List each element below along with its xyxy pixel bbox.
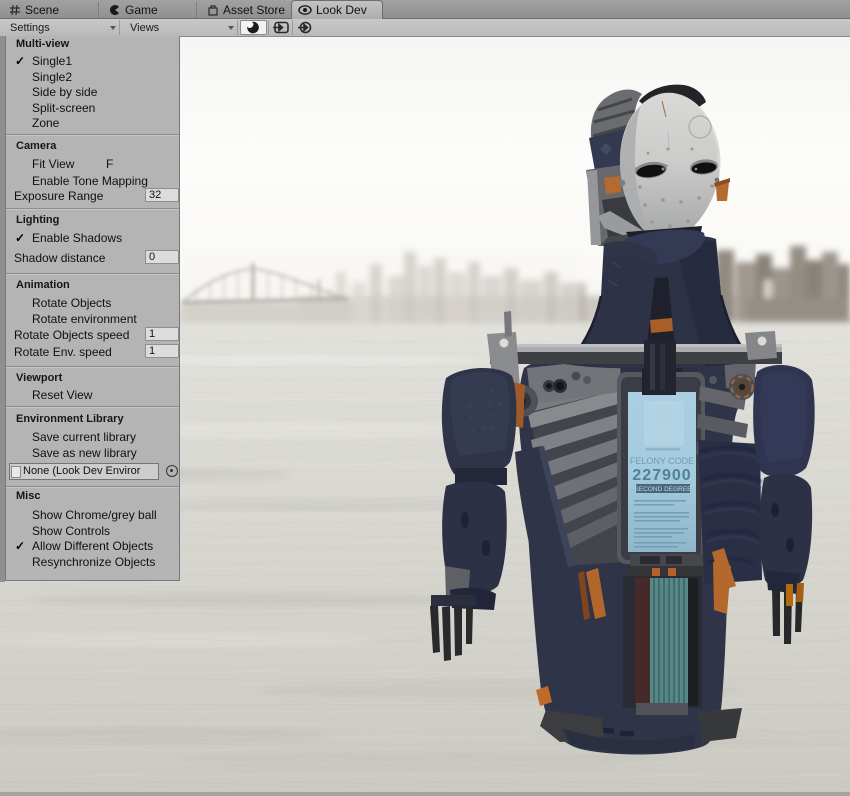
svg-text:227900: 227900 <box>632 467 691 484</box>
svg-text:FELONY CODE: FELONY CODE <box>630 456 694 466</box>
svg-text:SECOND DEGREE: SECOND DEGREE <box>634 486 692 493</box>
